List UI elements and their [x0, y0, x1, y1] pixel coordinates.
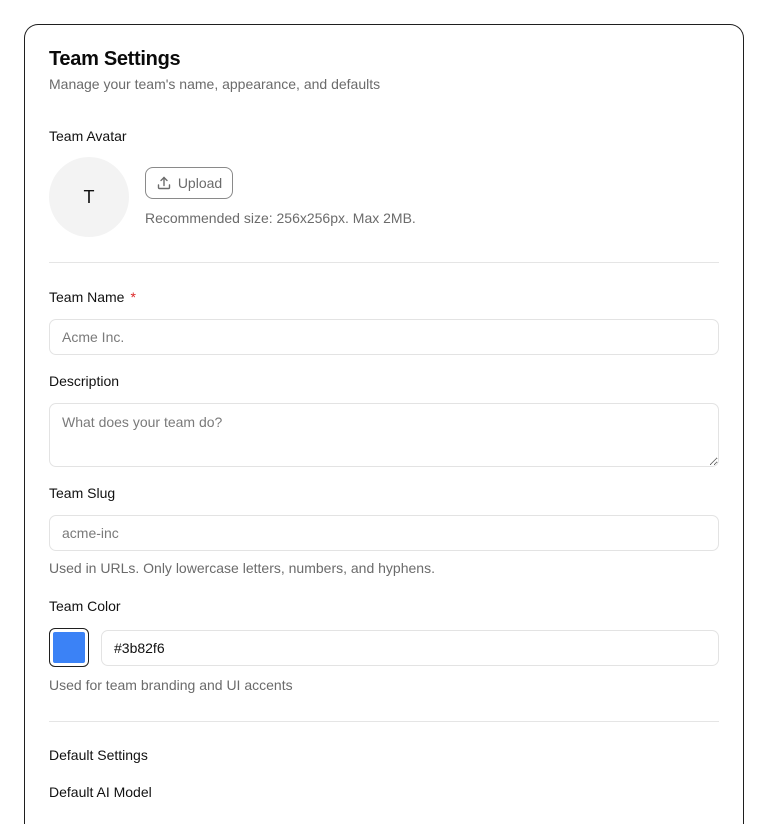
team-color-hint: Used for team branding and UI accents [49, 677, 293, 693]
team-slug-label: Team Slug [49, 485, 116, 501]
avatar-initial: T [83, 186, 95, 207]
upload-button[interactable]: Upload [145, 167, 233, 199]
team-name-label: Team Name * [49, 289, 136, 305]
team-color-label: Team Color [49, 598, 121, 614]
avatar: T [49, 157, 129, 237]
team-name-label-text: Team Name [49, 289, 125, 305]
team-name-input[interactable] [49, 319, 719, 355]
divider [49, 721, 719, 722]
team-color-input[interactable] [101, 630, 719, 666]
divider [49, 262, 719, 263]
team-settings-card: Team Settings Manage your team's name, a… [24, 24, 744, 824]
team-slug-input[interactable] [49, 515, 719, 551]
default-settings-heading: Default Settings [49, 747, 148, 763]
page-title: Team Settings [49, 48, 181, 70]
team-color-swatch[interactable] [49, 628, 89, 667]
avatar-hint: Recommended size: 256x256px. Max 2MB. [145, 210, 416, 226]
team-slug-hint: Used in URLs. Only lowercase letters, nu… [49, 560, 435, 576]
team-avatar-label: Team Avatar [49, 128, 127, 144]
default-ai-model-label: Default AI Model [49, 784, 152, 800]
upload-icon [156, 175, 172, 191]
team-color-swatch-fill [53, 632, 85, 663]
required-mark: * [130, 289, 136, 305]
description-label: Description [49, 373, 120, 389]
description-textarea[interactable] [49, 403, 719, 467]
upload-button-label: Upload [177, 175, 223, 191]
page-subtitle: Manage your team's name, appearance, and… [49, 76, 381, 92]
